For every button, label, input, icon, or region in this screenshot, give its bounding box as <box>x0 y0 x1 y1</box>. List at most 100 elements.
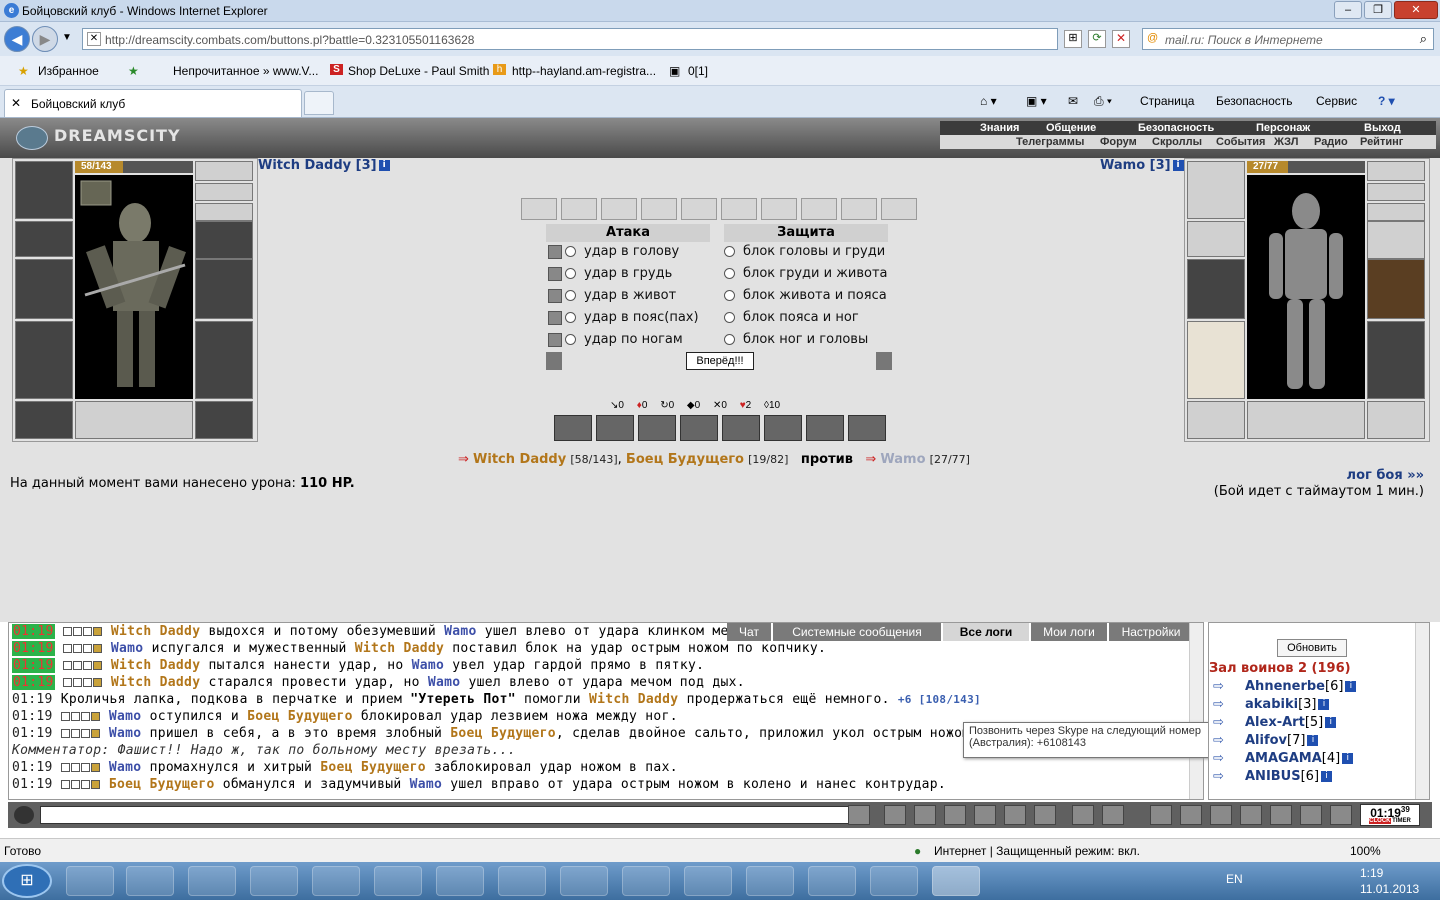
helmet-slot[interactable] <box>15 161 73 219</box>
attack-option-legs[interactable]: удар по ногам <box>548 332 683 352</box>
refresh-battle-icon[interactable] <box>876 352 892 370</box>
exit-icon[interactable] <box>1330 805 1352 825</box>
tab-chat[interactable]: Чат <box>727 623 771 641</box>
player-list-item[interactable]: ⇨ ANIBUS[6] i <box>1213 769 1333 784</box>
submenu-jzl[interactable]: ЖЗЛ <box>1274 136 1298 148</box>
battle-log-link[interactable]: лог боя »» <box>1347 468 1424 483</box>
pants-slot[interactable] <box>1367 321 1425 399</box>
add-favorite-icon[interactable]: ★ <box>128 64 139 78</box>
tab-my-logs[interactable]: Мои логи <box>1031 623 1107 641</box>
bracers-slot[interactable] <box>15 221 73 257</box>
scroll-slot[interactable] <box>601 198 637 220</box>
taskbar-skype-icon[interactable] <box>498 866 546 896</box>
taskbar-folder-icon[interactable] <box>188 866 236 896</box>
defense-radio[interactable] <box>724 246 735 257</box>
scroll-slot[interactable] <box>761 198 797 220</box>
team2-player[interactable]: Wamo <box>880 452 925 467</box>
scroll-slot[interactable] <box>841 198 877 220</box>
player-list-item[interactable]: ⇨ Ahnenerbe[6] i <box>1213 679 1357 694</box>
filter-icon[interactable] <box>914 805 936 825</box>
minimize-button[interactable]: – <box>1334 1 1362 19</box>
attack-option-groin[interactable]: удар в пояс(пах) <box>548 310 699 330</box>
taskbar-calculator-icon[interactable] <box>250 866 298 896</box>
taskbar-wow-icon[interactable] <box>374 866 422 896</box>
boots-slot[interactable] <box>1367 401 1425 439</box>
tray-date[interactable]: 11.01.2013 <box>1360 882 1419 896</box>
defense-radio[interactable] <box>724 290 735 301</box>
shield-slot[interactable] <box>1367 259 1425 319</box>
scroll-slot[interactable] <box>521 198 557 220</box>
submenu-forum[interactable]: Форум <box>1100 136 1137 148</box>
search-icon[interactable]: ⌕ <box>1420 31 1427 47</box>
tray-time[interactable]: 1:19 <box>1360 866 1383 880</box>
weapon-left-slot[interactable] <box>1187 259 1245 319</box>
player-list-item[interactable]: ⇨ akabiki[3] i <box>1213 697 1330 712</box>
back-button[interactable]: ◀ <box>4 26 30 52</box>
info-icon[interactable]: i <box>1172 160 1184 171</box>
menu-security[interactable]: Безопасность <box>1138 122 1214 134</box>
defense-radio[interactable] <box>724 268 735 279</box>
player-list-item[interactable]: ⇨ Alifov[7] i <box>1213 733 1319 748</box>
search-box[interactable]: @ mail.ru: Поиск в Интернете ⌕ <box>1142 28 1434 50</box>
taskbar-wifi-icon[interactable] <box>622 866 670 896</box>
shirt-slot[interactable] <box>1187 321 1245 399</box>
quick-icon-5[interactable] <box>1270 805 1292 825</box>
tab-all-logs[interactable]: Все логи <box>943 623 1029 641</box>
tab-settings[interactable]: Настройки <box>1109 623 1193 641</box>
settings-chat-icon[interactable] <box>1102 805 1124 825</box>
attack-option-head[interactable]: удар в голову <box>548 244 679 264</box>
smiley-icon[interactable] <box>1072 805 1094 825</box>
defense-radio[interactable] <box>724 312 735 323</box>
taskbar-explorer-icon[interactable] <box>66 866 114 896</box>
belt-slot[interactable] <box>1187 401 1245 439</box>
submenu-telegrams[interactable]: Телеграммы <box>1016 136 1084 148</box>
maximize-button[interactable]: ❐ <box>1364 1 1392 19</box>
quick-icon-3[interactable] <box>1210 805 1232 825</box>
attack-checkbox[interactable] <box>548 310 562 325</box>
info-icon[interactable]: i <box>1307 735 1319 746</box>
service-menu[interactable]: Сервис <box>1316 94 1357 108</box>
scroll-slot[interactable] <box>801 198 837 220</box>
taskbar-itunes-icon[interactable] <box>870 866 918 896</box>
go-button[interactable]: Вперёд!!! <box>686 352 754 370</box>
private-msg-icon[interactable]: ⇨ <box>1213 733 1224 748</box>
refresh-icon[interactable]: ⟳ <box>1088 30 1106 48</box>
scroll-slot[interactable] <box>881 198 917 220</box>
skill-button[interactable] <box>848 415 886 441</box>
refresh-button[interactable]: Обновить <box>1277 639 1347 657</box>
attack-checkbox[interactable] <box>548 266 562 281</box>
bracers-slot[interactable] <box>1187 221 1245 257</box>
quick-icon-2[interactable] <box>1180 805 1202 825</box>
stop-icon[interactable]: ✕ <box>1112 30 1130 48</box>
player-list-item[interactable]: ⇨ Alex-Art[5] i <box>1213 715 1337 730</box>
scroll-slot[interactable] <box>681 198 717 220</box>
taskbar-mail-icon[interactable] <box>684 866 732 896</box>
skill-button[interactable] <box>554 415 592 441</box>
boots-slot[interactable] <box>195 401 253 439</box>
info-icon[interactable]: i <box>378 160 390 171</box>
chat-icon[interactable] <box>14 806 34 824</box>
history-dropdown-icon[interactable]: ▼ <box>62 32 72 43</box>
defense-option-1[interactable]: блок головы и груди <box>724 244 885 264</box>
tab-active[interactable]: ✕ Бойцовский клуб <box>4 89 302 117</box>
gloves-slot[interactable] <box>195 221 253 259</box>
gloves-slot[interactable] <box>1367 221 1425 259</box>
quick-icon-6[interactable] <box>1300 805 1322 825</box>
save-icon[interactable] <box>944 805 966 825</box>
settings-icon[interactable] <box>546 352 562 370</box>
scroll-slot[interactable] <box>641 198 677 220</box>
taskbar-fire-icon[interactable] <box>746 866 794 896</box>
sound-icon[interactable] <box>1004 805 1026 825</box>
timer-label[interactable]: TIMER <box>1392 818 1411 824</box>
defense-radio[interactable] <box>724 334 735 345</box>
right-player-name[interactable]: Wamo [3] i <box>1100 158 1184 173</box>
taskbar-app-icon[interactable] <box>126 866 174 896</box>
belt-slot[interactable] <box>15 401 73 439</box>
translit-icon[interactable] <box>1034 805 1056 825</box>
chat-input[interactable] <box>40 806 852 824</box>
private-msg-icon[interactable]: ⇨ <box>1213 679 1224 694</box>
taskbar-photoshop-icon[interactable] <box>808 866 856 896</box>
team1-player-a[interactable]: Witch Daddy <box>473 452 566 467</box>
pants-slot[interactable] <box>195 321 253 399</box>
team1-player-b[interactable]: Боец Будущего <box>626 452 744 467</box>
